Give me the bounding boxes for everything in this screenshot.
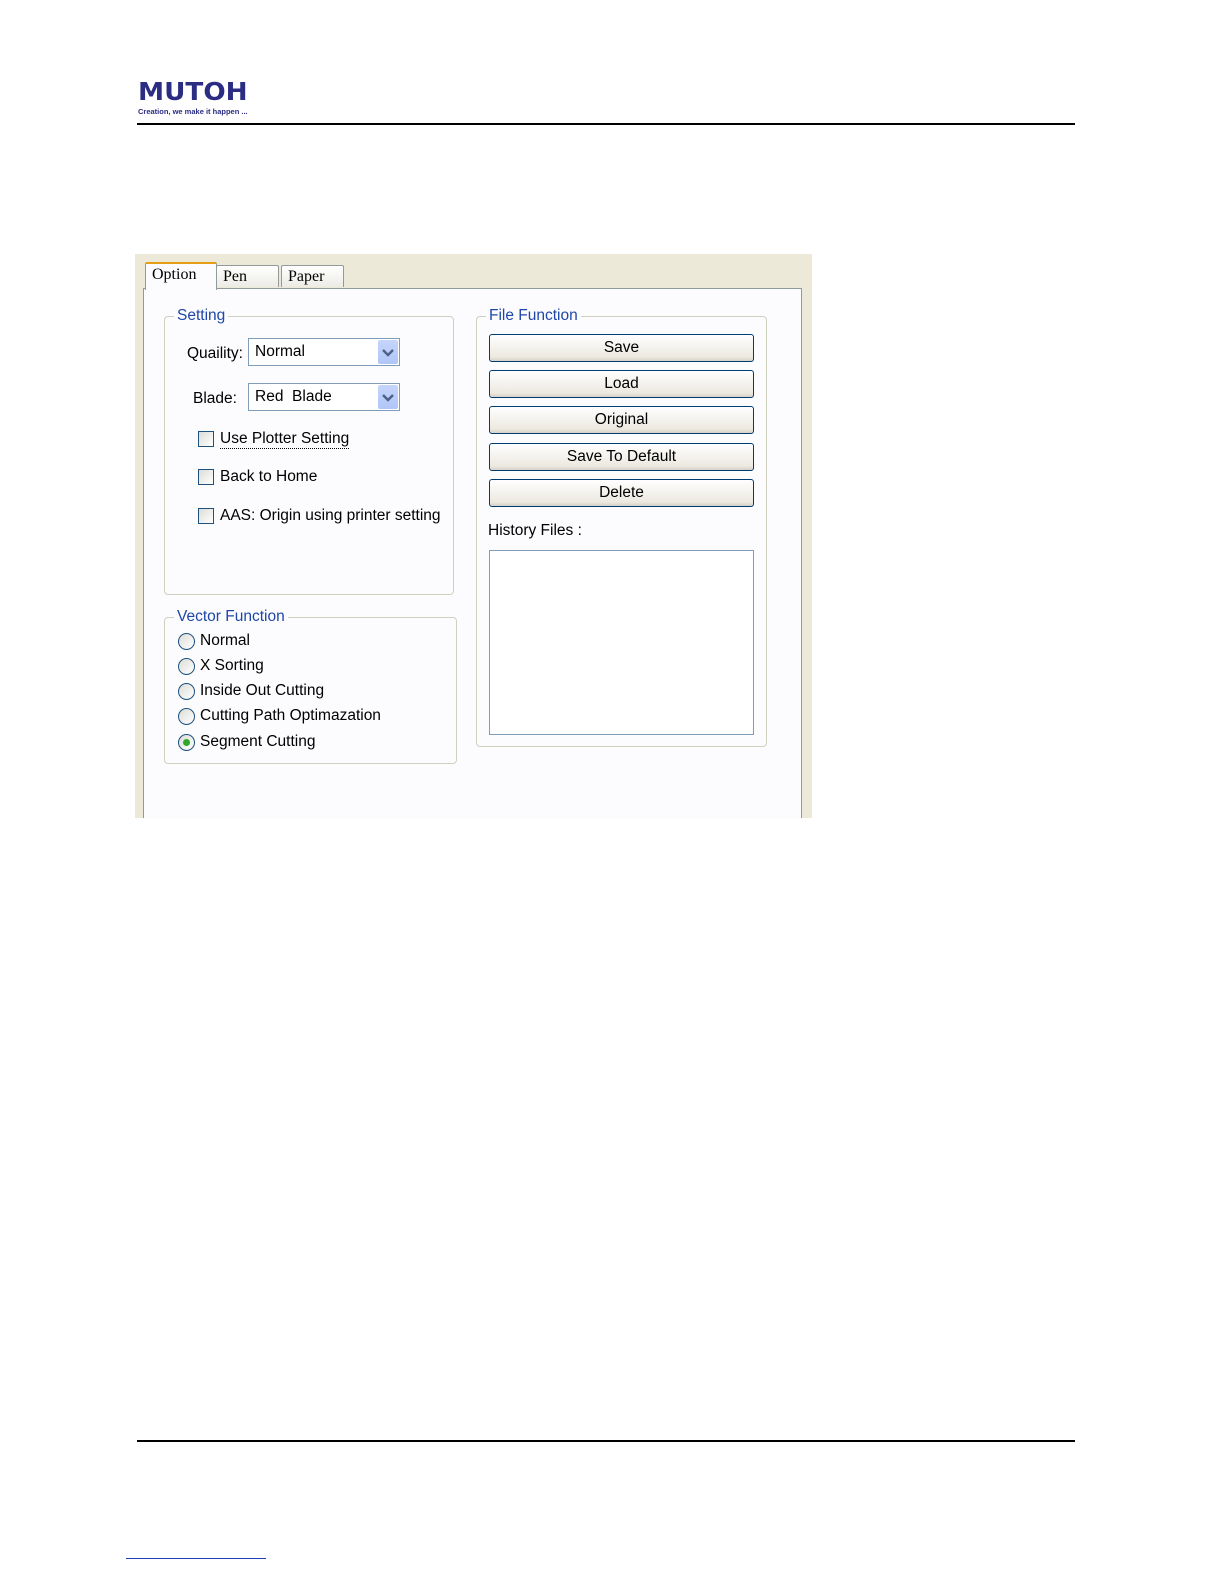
- setting-group-title: Setting: [174, 307, 229, 325]
- x-sorting-radio-label[interactable]: X Sorting: [200, 657, 264, 675]
- option-panel: Setting Quaility: Normal Blade: Red Blad…: [143, 288, 802, 818]
- quality-value: Normal: [255, 343, 305, 360]
- back-to-home-checkbox[interactable]: [198, 469, 214, 485]
- back-to-home-label[interactable]: Back to Home: [220, 468, 317, 486]
- save-to-default-button[interactable]: Save To Default: [489, 443, 754, 471]
- vector-function-group: Vector Function Normal X Sorting Inside …: [164, 608, 457, 764]
- inside-out-cutting-radio[interactable]: [178, 683, 195, 700]
- vector-function-title: Vector Function: [174, 608, 288, 626]
- setting-group: Setting Quaility: Normal Blade: Red Blad…: [164, 307, 454, 595]
- tab-pen[interactable]: Pen: [216, 265, 279, 287]
- blade-value: Red Blade: [255, 388, 332, 405]
- cutting-path-optimization-radio-label[interactable]: Cutting Path Optimazation: [200, 707, 381, 725]
- cutting-path-optimization-radio[interactable]: [178, 708, 195, 725]
- save-button[interactable]: Save: [489, 334, 754, 362]
- normal-radio[interactable]: [178, 633, 195, 650]
- history-files-label: History Files :: [488, 522, 582, 539]
- history-files-list[interactable]: [489, 550, 754, 735]
- footer-link-line: [126, 1558, 266, 1559]
- logo-wordmark: MUTOH: [138, 77, 248, 106]
- delete-button[interactable]: Delete: [489, 479, 754, 507]
- mutoh-logo: MUTOH Creation, we make it happen ...: [138, 78, 248, 117]
- tab-paper[interactable]: Paper: [281, 265, 344, 287]
- tab-option[interactable]: Option: [145, 262, 217, 290]
- logo-tagline: Creation, we make it happen ...: [138, 107, 248, 116]
- quality-label: Quaility:: [187, 345, 243, 362]
- inside-out-cutting-radio-label[interactable]: Inside Out Cutting: [200, 682, 324, 700]
- chevron-down-icon[interactable]: [378, 385, 398, 409]
- file-function-title: File Function: [486, 307, 581, 325]
- quality-select[interactable]: Normal: [248, 338, 400, 366]
- aas-origin-checkbox[interactable]: [198, 508, 214, 524]
- use-plotter-setting-checkbox[interactable]: [198, 431, 214, 447]
- original-button[interactable]: Original: [489, 406, 754, 434]
- blade-label: Blade:: [193, 390, 237, 407]
- load-button[interactable]: Load: [489, 370, 754, 398]
- x-sorting-radio[interactable]: [178, 658, 195, 675]
- segment-cutting-radio-label[interactable]: Segment Cutting: [200, 733, 315, 751]
- use-plotter-setting-label[interactable]: Use Plotter Setting: [220, 430, 350, 449]
- segment-cutting-radio[interactable]: [178, 734, 195, 751]
- chevron-down-icon[interactable]: [378, 340, 398, 364]
- options-dialog: Option Pen Paper Setting Quaility: Norma…: [135, 254, 812, 818]
- file-function-group: File Function Save Load Original Save To…: [476, 307, 767, 747]
- footer-rule: [137, 1440, 1075, 1442]
- normal-radio-label[interactable]: Normal: [200, 632, 250, 650]
- blade-select[interactable]: Red Blade: [248, 383, 400, 411]
- aas-origin-label[interactable]: AAS: Origin using printer setting: [220, 507, 441, 525]
- header-rule: [137, 123, 1075, 125]
